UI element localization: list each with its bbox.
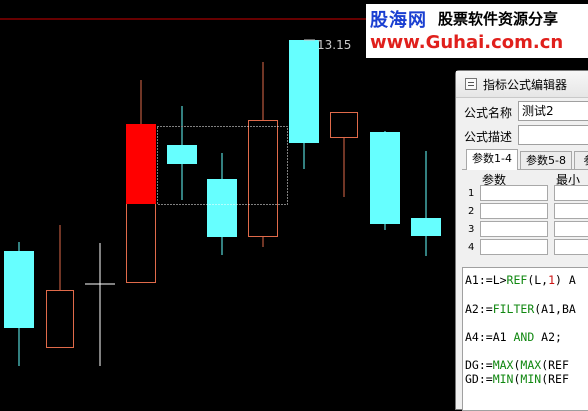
desktop-screenshot: 13.15 股海网 股票软件资源分享 www.Guhai.com.cn 指标公式… (0, 0, 588, 411)
formula-name-label: 公式名称 (464, 106, 513, 120)
watermark-url: www.Guhai.com.cn (370, 32, 564, 53)
param-row-number: 2 (468, 206, 475, 217)
param-row-number: 1 (468, 188, 475, 199)
formula-description-label: 公式描述 (464, 130, 513, 144)
code-line: A2:=FILTER(A1,BA (465, 302, 576, 316)
code-line: DG:=MAX(MAX(REF (465, 358, 569, 372)
candle-body (411, 218, 441, 236)
candle-body (207, 179, 237, 237)
editor-app-icon (465, 78, 477, 90)
param-min-input[interactable] (554, 203, 588, 219)
candle-body (330, 112, 358, 138)
param-min-input[interactable] (554, 185, 588, 201)
guhai-watermark: 股海网 股票软件资源分享 www.Guhai.com.cn (366, 4, 588, 58)
candle-body (167, 145, 197, 164)
candle-body (4, 251, 34, 328)
watermark-slogan: 股票软件资源分享 (438, 10, 559, 28)
param-name-input[interactable] (480, 185, 548, 201)
param-name-input[interactable] (480, 221, 548, 237)
param-row-number: 4 (468, 242, 475, 253)
param-name-input[interactable] (480, 239, 548, 255)
formula-editor-window: 指标公式编辑器 公式名称 测试2 公式描述 参数1-4 参数5-8 参 参数 最… (455, 70, 588, 411)
formula-code-editor[interactable]: A1:=L>REF(L,1) A A2:=FILTER(A1,BA A4:=A1… (462, 267, 588, 411)
high-price-label: 13.15 (317, 38, 351, 52)
param-min-input[interactable] (554, 221, 588, 237)
code-line: GD:=MIN(MIN(REF (465, 372, 569, 386)
window-titlebar[interactable]: 指标公式编辑器 (456, 71, 588, 98)
window-title: 指标公式编辑器 (483, 78, 568, 92)
tab-params-5-8[interactable]: 参数5-8 (520, 151, 572, 169)
candle-body (370, 132, 400, 224)
candle-body (46, 290, 74, 348)
param-name-input[interactable] (480, 203, 548, 219)
code-line: A1:=L>REF(L,1) A (465, 273, 576, 287)
param-row-number: 3 (468, 224, 475, 235)
watermark-brand: 股海网 (370, 10, 427, 31)
formula-description-input[interactable] (518, 125, 588, 145)
tab-params-1-4[interactable]: 参数1-4 (466, 149, 518, 170)
candle-body (289, 40, 319, 143)
formula-name-input[interactable]: 测试2 (518, 101, 588, 121)
param-min-input[interactable] (554, 239, 588, 255)
code-line: A4:=A1 AND A2; (465, 330, 562, 344)
tab-params-more[interactable]: 参 (574, 151, 588, 169)
highlight-marker (126, 124, 156, 204)
candle-body (248, 120, 278, 237)
